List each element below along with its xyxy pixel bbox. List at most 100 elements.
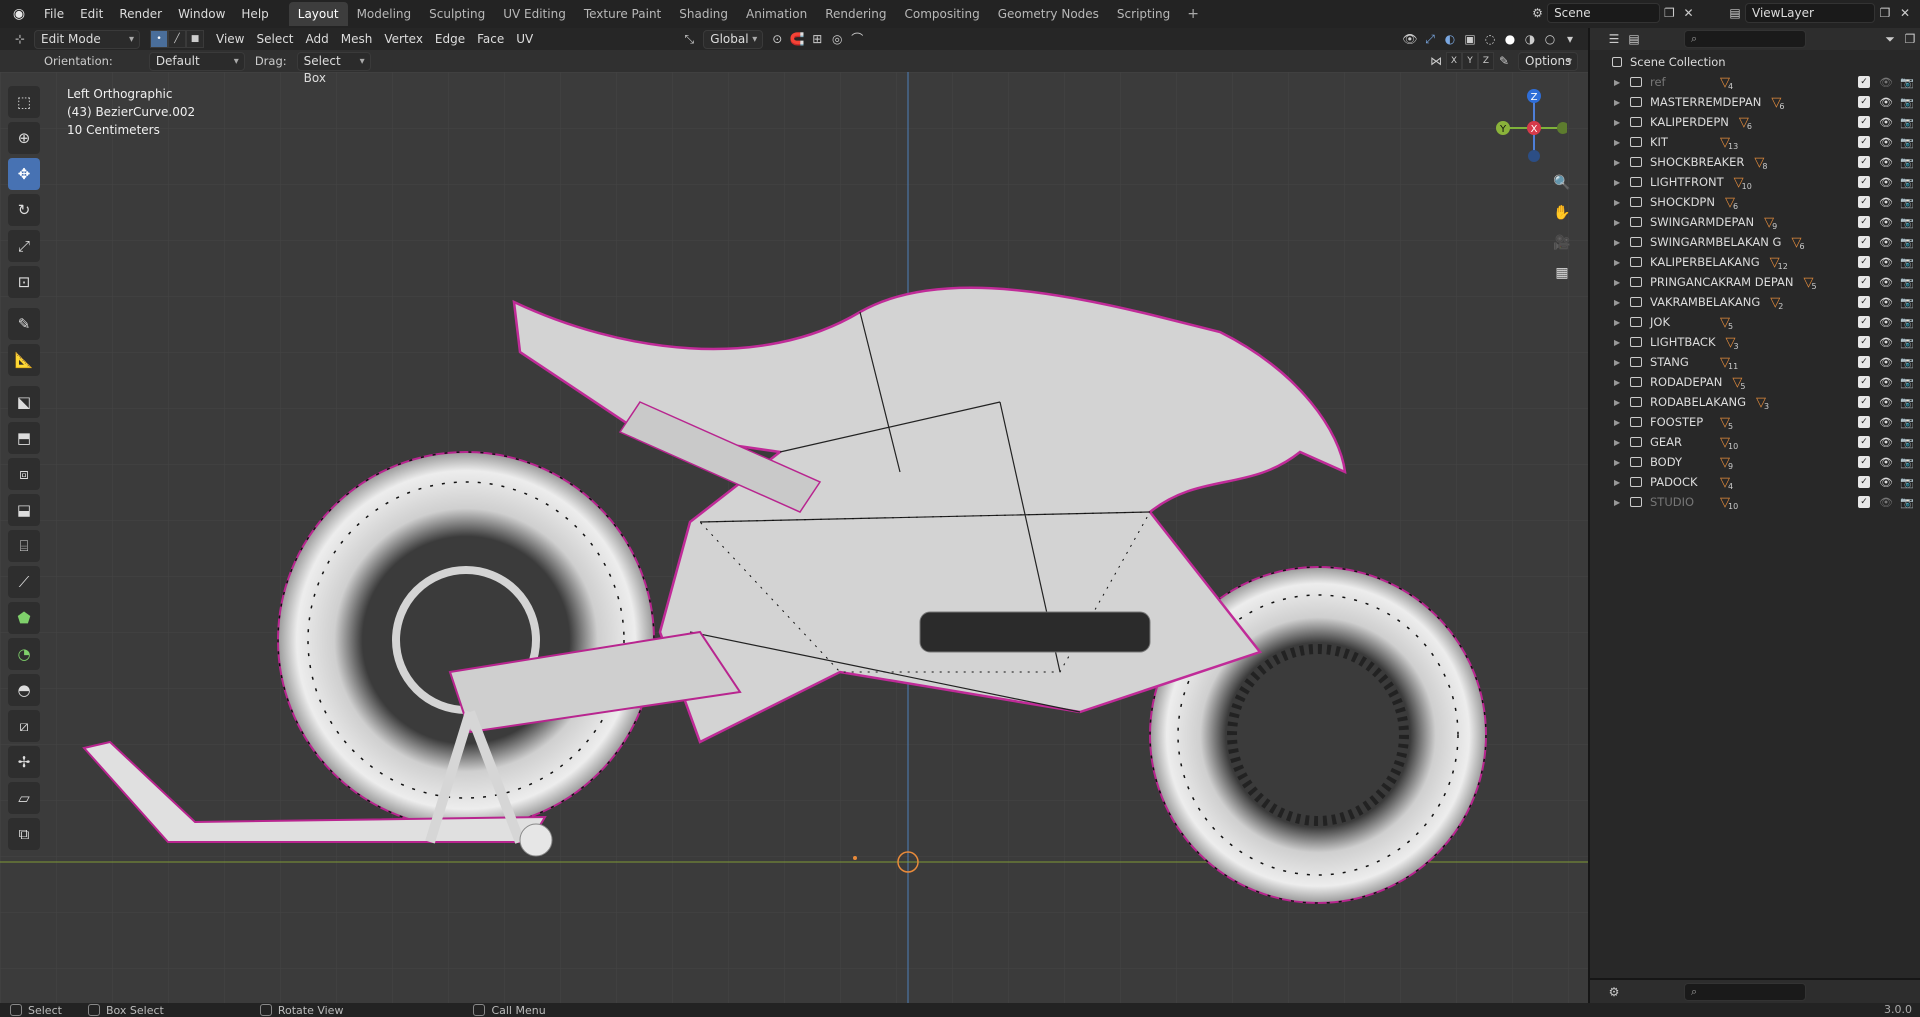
- exclude-checkbox[interactable]: ✓: [1858, 176, 1870, 188]
- new-scene-icon[interactable]: ❐: [1660, 3, 1679, 23]
- exclude-checkbox[interactable]: ✓: [1858, 376, 1870, 388]
- collection-name[interactable]: MASTERREMDEPAN: [1650, 95, 1761, 109]
- vertex-select-icon[interactable]: •: [150, 30, 168, 48]
- render-camera-icon[interactable]: 📷: [1900, 96, 1914, 109]
- exclude-checkbox[interactable]: ✓: [1858, 236, 1870, 248]
- expand-arrow-icon[interactable]: ▶: [1614, 298, 1626, 307]
- outliner-collection-row[interactable]: ▶ RODABELAKANG ▽ 3 ✓ 👁 📷: [1590, 392, 1920, 412]
- drag-dropdown[interactable]: Select Box: [296, 51, 371, 85]
- collection-name[interactable]: FOOSTEP: [1650, 415, 1710, 429]
- editor-type-icon[interactable]: ⊹: [10, 29, 30, 49]
- expand-arrow-icon[interactable]: ▶: [1614, 118, 1626, 127]
- tab-compositing[interactable]: Compositing: [895, 2, 988, 26]
- exclude-checkbox[interactable]: ✓: [1858, 416, 1870, 428]
- add-cube-tool-icon[interactable]: ⬕: [8, 386, 40, 418]
- outliner-collection-row[interactable]: ▶ ref ▽ 4 ✓ 👁 📷: [1590, 72, 1920, 92]
- menu-uv[interactable]: UV: [510, 29, 539, 49]
- orientation-dropdown[interactable]: Default: [148, 51, 245, 71]
- wireframe-shading-icon[interactable]: ◌: [1480, 29, 1500, 49]
- outliner-collection-row[interactable]: ▶ STANG ▽ 11 ✓ 👁 📷: [1590, 352, 1920, 372]
- expand-arrow-icon[interactable]: ▶: [1614, 138, 1626, 147]
- outliner-collection-row[interactable]: ▶ FOOSTEP ▽ 5 ✓ 👁 📷: [1590, 412, 1920, 432]
- outliner-collection-row[interactable]: ▶ BODY ▽ 9 ✓ 👁 📷: [1590, 452, 1920, 472]
- view-layer-icon[interactable]: ▤: [1725, 3, 1745, 23]
- expand-arrow-icon[interactable]: ▶: [1614, 458, 1626, 467]
- render-camera-icon[interactable]: 📷: [1900, 316, 1914, 329]
- outliner-collection-row[interactable]: ▶ SHOCKBREAKER ▽ 8 ✓ 👁 📷: [1590, 152, 1920, 172]
- outliner-collection-row[interactable]: ▶ SWINGARMBELAKAN G ▽ 6 ✓ 👁 📷: [1590, 232, 1920, 252]
- collection-name[interactable]: STANG: [1650, 355, 1710, 369]
- move-tool-icon[interactable]: ✥: [8, 158, 40, 190]
- collection-name[interactable]: KALIPERDEPN: [1650, 115, 1729, 129]
- exclude-checkbox[interactable]: ✓: [1858, 436, 1870, 448]
- outliner-search-input[interactable]: ⌕: [1684, 30, 1806, 48]
- expand-arrow-icon[interactable]: ▶: [1614, 418, 1626, 427]
- scale-tool-icon[interactable]: ⤢: [8, 230, 40, 262]
- visibility-eye-icon[interactable]: 👁: [1879, 476, 1893, 489]
- properties-search-input[interactable]: ⌕: [1684, 982, 1806, 1001]
- render-camera-icon[interactable]: 📷: [1900, 436, 1914, 449]
- snap-target-icon[interactable]: ⊞: [807, 29, 827, 49]
- render-camera-icon[interactable]: 📷: [1900, 496, 1914, 509]
- bevel-tool-icon[interactable]: ⬓: [8, 494, 40, 526]
- collection-name[interactable]: VAKRAMBELAKANG: [1650, 295, 1760, 309]
- exclude-checkbox[interactable]: ✓: [1858, 196, 1870, 208]
- visibility-eye-icon[interactable]: 👁: [1879, 256, 1893, 269]
- transform-orientation-dropdown[interactable]: Global: [703, 29, 764, 49]
- render-camera-icon[interactable]: 📷: [1900, 356, 1914, 369]
- rotate-tool-icon[interactable]: ↻: [8, 194, 40, 226]
- expand-arrow-icon[interactable]: ▶: [1614, 498, 1626, 507]
- tab-layout[interactable]: Layout: [288, 2, 348, 26]
- menu-add[interactable]: Add: [300, 29, 335, 49]
- visibility-eye-icon[interactable]: 👁: [1879, 336, 1893, 349]
- expand-arrow-icon[interactable]: ▶: [1614, 278, 1626, 287]
- collection-name[interactable]: STUDIO: [1650, 495, 1710, 509]
- collection-name[interactable]: GEAR: [1650, 435, 1710, 449]
- edge-slide-tool-icon[interactable]: ⧄: [8, 710, 40, 742]
- expand-arrow-icon[interactable]: ▶: [1614, 198, 1626, 207]
- render-camera-icon[interactable]: 📷: [1900, 76, 1914, 89]
- exclude-checkbox[interactable]: ✓: [1858, 356, 1870, 368]
- outliner-collection-row[interactable]: ▶ PRINGANCAKRAM DEPAN ▽ 5 ✓ 👁 📷: [1590, 272, 1920, 292]
- mirror-x-toggle[interactable]: X: [1446, 52, 1462, 70]
- outliner-collection-row[interactable]: ▶ LIGHTFRONT ▽ 10 ✓ 👁 📷: [1590, 172, 1920, 192]
- delete-scene-icon[interactable]: ✕: [1679, 3, 1698, 23]
- collection-name[interactable]: JOK: [1650, 315, 1710, 329]
- render-camera-icon[interactable]: 📷: [1900, 156, 1914, 169]
- expand-arrow-icon[interactable]: ▶: [1614, 178, 1626, 187]
- exclude-checkbox[interactable]: ✓: [1858, 296, 1870, 308]
- smooth-tool-icon[interactable]: ◓: [8, 674, 40, 706]
- render-camera-icon[interactable]: 📷: [1900, 196, 1914, 209]
- mirror-icon[interactable]: ⋈: [1426, 51, 1446, 71]
- expand-arrow-icon[interactable]: ▶: [1614, 78, 1626, 87]
- render-camera-icon[interactable]: 📷: [1900, 336, 1914, 349]
- expand-arrow-icon[interactable]: ▶: [1614, 358, 1626, 367]
- exclude-checkbox[interactable]: ✓: [1858, 96, 1870, 108]
- transform-tool-icon[interactable]: ⊡: [8, 266, 40, 298]
- expand-arrow-icon[interactable]: ▶: [1614, 238, 1626, 247]
- render-camera-icon[interactable]: 📷: [1900, 376, 1914, 389]
- falloff-icon[interactable]: ⌒: [847, 29, 867, 49]
- collection-name[interactable]: LIGHTFRONT: [1650, 175, 1724, 189]
- tab-scripting[interactable]: Scripting: [1108, 2, 1179, 26]
- options-dropdown[interactable]: Options: [1518, 51, 1578, 71]
- visibility-eye-icon[interactable]: 👁: [1879, 176, 1893, 189]
- collection-name[interactable]: KIT: [1650, 135, 1710, 149]
- scene-collection-row[interactable]: Scene Collection: [1590, 52, 1920, 72]
- visibility-eye-icon[interactable]: 👁: [1879, 276, 1893, 289]
- outliner-editor-type-icon[interactable]: ☰: [1604, 29, 1624, 49]
- menu-help[interactable]: Help: [233, 3, 276, 25]
- inset-tool-icon[interactable]: ⧈: [8, 458, 40, 490]
- expand-arrow-icon[interactable]: ▶: [1614, 478, 1626, 487]
- collection-name[interactable]: KALIPERBELAKANG: [1650, 255, 1760, 269]
- outliner-collection-row[interactable]: ▶ SWINGARMDEPAN ▽ 9 ✓ 👁 📷: [1590, 212, 1920, 232]
- delete-view-layer-icon[interactable]: ✕: [1895, 3, 1915, 23]
- menu-vertex[interactable]: Vertex: [378, 29, 429, 49]
- render-camera-icon[interactable]: 📷: [1900, 136, 1914, 149]
- annotate-tool-icon[interactable]: ✎: [8, 308, 40, 340]
- new-view-layer-icon[interactable]: ❐: [1875, 3, 1895, 23]
- visibility-eye-icon[interactable]: 👁: [1879, 296, 1893, 309]
- mirror-z-toggle[interactable]: Z: [1478, 52, 1494, 70]
- tab-geometry-nodes[interactable]: Geometry Nodes: [989, 2, 1108, 26]
- menu-window[interactable]: Window: [170, 3, 233, 25]
